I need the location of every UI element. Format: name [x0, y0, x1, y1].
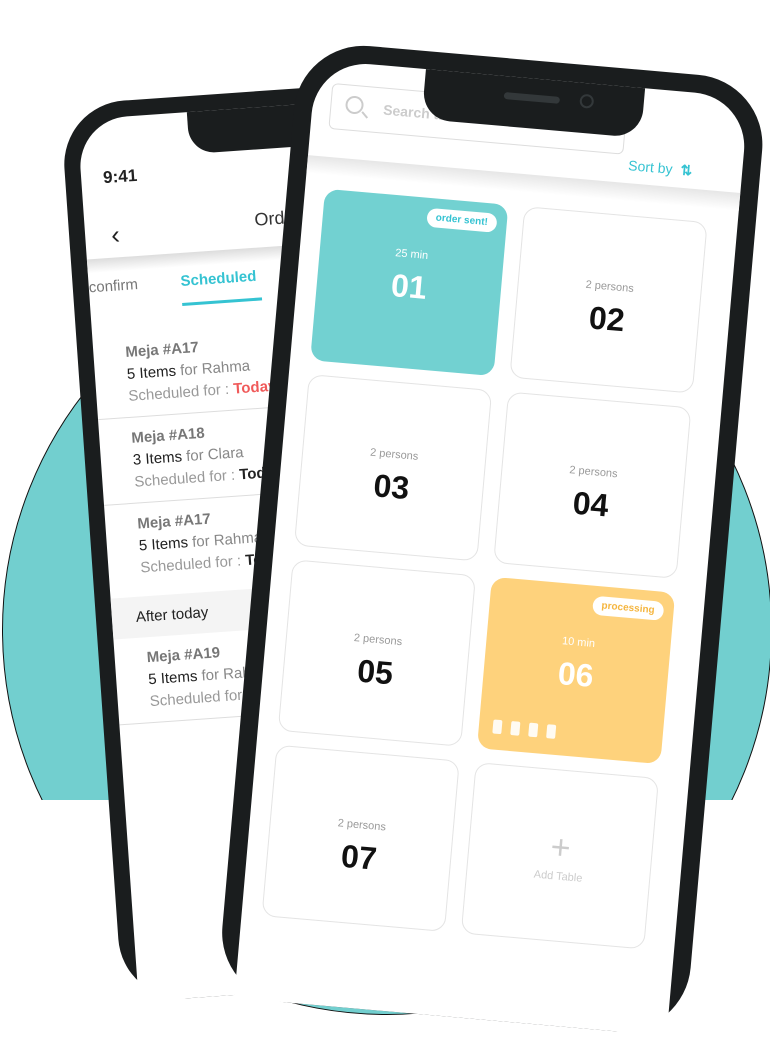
table-tile-06[interactable]: processing 10 min 06 [476, 576, 676, 765]
status-badge: processing [591, 595, 665, 621]
schedule-label: Scheduled for : [133, 466, 240, 491]
sort-icon: ⇅ [679, 161, 693, 179]
table-tile-03[interactable]: 2 persons 03 [293, 374, 493, 562]
tab-scheduled[interactable]: Scheduled [180, 268, 257, 290]
table-tile-01[interactable]: order sent! 25 min 01 [310, 188, 509, 377]
table-number: 07 [339, 837, 379, 877]
table-number: 03 [372, 467, 411, 507]
item-count: 5 Items [126, 362, 177, 383]
speaker [503, 91, 561, 104]
search-icon [344, 95, 365, 115]
item-count: 3 Items [132, 448, 183, 469]
table-number: 02 [587, 299, 627, 339]
chevron-left-icon: ‹ [110, 219, 121, 250]
tables-screen: Search table Sort by ⇅ order sent! 25 min… [234, 59, 749, 1036]
status-badge: order sent! [425, 207, 498, 233]
table-number: 04 [571, 484, 610, 524]
camera [579, 93, 595, 109]
sort-button[interactable]: Sort by ⇅ [628, 157, 693, 180]
back-button[interactable]: ‹ [110, 219, 121, 251]
status-time: 9:41 [102, 165, 138, 188]
customer-name: for Rahma [179, 357, 251, 380]
item-count: 5 Items [147, 667, 198, 689]
table-tile-02[interactable]: 2 persons 02 [509, 206, 708, 394]
sort-label: Sort by [627, 157, 674, 177]
seat-icon [510, 721, 521, 736]
phone-tables: Search table Sort by ⇅ order sent! 25 min… [216, 40, 769, 1037]
table-number: 05 [355, 652, 395, 692]
seat-indicators [492, 719, 557, 739]
add-table-button[interactable]: + Add Table [460, 762, 660, 950]
tab-confirm[interactable]: confirm [88, 276, 138, 296]
table-tile-07[interactable]: 2 persons 07 [261, 744, 460, 933]
schedule-label: Scheduled for : [139, 552, 246, 577]
customer-name: for Clara [185, 444, 245, 466]
table-number: 06 [556, 654, 596, 694]
schedule-label: Scheduled for [149, 686, 243, 711]
customer-name: for Rahma [191, 528, 263, 551]
active-tab-indicator [182, 297, 263, 306]
schedule-label: Scheduled for : [127, 380, 234, 405]
seat-icon [492, 719, 503, 735]
seat-icon [546, 724, 557, 739]
table-tile-05[interactable]: 2 persons 05 [277, 559, 477, 747]
table-number: 01 [389, 266, 429, 306]
table-tile-04[interactable]: 2 persons 04 [493, 391, 692, 579]
item-count: 5 Items [138, 534, 189, 555]
seat-icon [528, 722, 539, 738]
